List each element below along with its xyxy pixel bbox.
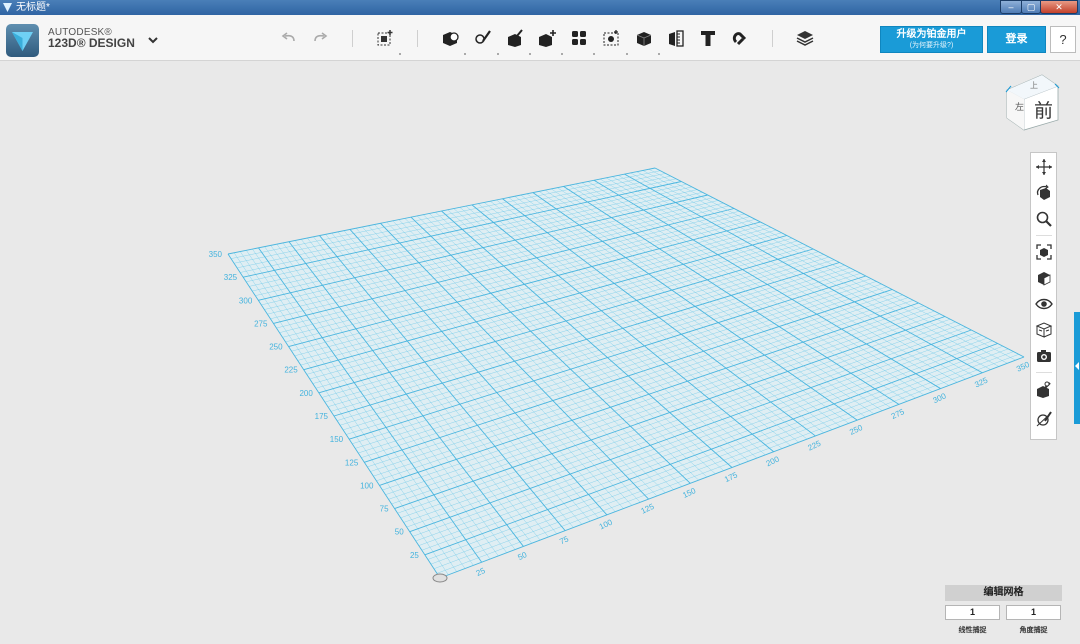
grid-plane[interactable]: 2550751001251501752002252502753003253502… xyxy=(0,62,1080,644)
submenu-indicator xyxy=(593,53,595,55)
grid-axis-label: 250 xyxy=(269,343,283,352)
grid-axis-label: 25 xyxy=(410,551,419,560)
grid-axis-label: 275 xyxy=(890,407,906,421)
orbit-icon[interactable] xyxy=(1035,184,1053,202)
grid-axis-label: 150 xyxy=(330,435,344,444)
login-button[interactable]: 登录 xyxy=(987,26,1046,53)
submenu-indicator xyxy=(561,53,563,55)
upgrade-button[interactable]: 升级为铂金用户 (为何要升级?) xyxy=(880,26,983,53)
edit-grid-panel: 编辑网格 1 1 线性捕捉 角度捕捉 xyxy=(945,585,1062,641)
grid-axis-label: 250 xyxy=(848,423,864,437)
measure-icon[interactable] xyxy=(666,28,686,48)
materials-outline-icon[interactable] xyxy=(1035,321,1053,339)
primitives-icon[interactable] xyxy=(440,28,460,48)
grid-axis-label: 300 xyxy=(239,296,253,305)
grid-axis-label: 350 xyxy=(209,250,223,259)
snap-grid-icon[interactable] xyxy=(1035,381,1053,399)
upgrade-label: 升级为铂金用户 xyxy=(896,29,967,40)
toolbar-divider xyxy=(352,30,353,47)
3d-viewport[interactable]: 25 50 75 100 125 150 175 200 225 250 275 300 325 350 2… xyxy=(0,62,1080,644)
close-button[interactable]: ✕ xyxy=(1040,0,1078,14)
brand-name: AUTODESK® 123D® DESIGN xyxy=(48,27,135,49)
submenu-indicator xyxy=(626,53,628,55)
linear-snap-input[interactable]: 1 xyxy=(945,605,1000,620)
grid-axis-label: 275 xyxy=(254,319,268,328)
submenu-indicator xyxy=(497,53,499,55)
construct-icon[interactable] xyxy=(505,28,525,48)
toolbar-divider xyxy=(772,30,773,47)
grid-axis-label: 300 xyxy=(932,391,948,405)
grid-axis-label: 125 xyxy=(640,502,656,516)
undo-icon[interactable] xyxy=(279,28,299,48)
chevron-left-icon[interactable] xyxy=(1075,362,1079,370)
view-cube[interactable]: 上 左 前 xyxy=(1004,72,1060,132)
submenu-indicator xyxy=(529,53,531,55)
minimize-button[interactable]: – xyxy=(1000,0,1022,14)
app-icon xyxy=(3,3,12,12)
brand-line2: 123D® DESIGN xyxy=(48,36,135,50)
viewcube-front-label[interactable]: 前 xyxy=(1034,96,1053,123)
grid-axis-label: 175 xyxy=(315,412,329,421)
upgrade-sub-label: (为何要升级?) xyxy=(909,42,954,49)
grid-axis-label: 225 xyxy=(284,366,298,375)
pattern-icon[interactable] xyxy=(569,28,589,48)
fit-icon[interactable] xyxy=(1035,243,1053,261)
grid-axis-label: 50 xyxy=(395,528,404,537)
edit-grid-button[interactable]: 编辑网格 xyxy=(945,585,1062,601)
text-icon[interactable] xyxy=(698,28,718,48)
angle-snap-label: 角度捕捉 xyxy=(1019,627,1048,634)
viewcube-top-label[interactable]: 上 xyxy=(1030,80,1038,91)
grid-axis-label: 100 xyxy=(360,481,374,490)
grid-axis-label: 75 xyxy=(558,534,570,546)
toolbar-divider xyxy=(417,30,418,47)
grid-axis-label: 200 xyxy=(299,389,313,398)
linear-snap-label: 线性捕捉 xyxy=(958,627,987,634)
material-icon[interactable] xyxy=(795,28,815,48)
submenu-indicator xyxy=(399,53,401,55)
grid-axis-label: 25 xyxy=(475,566,487,578)
grid-axis-label: 75 xyxy=(380,505,389,514)
hide-sketch-icon[interactable] xyxy=(1035,410,1053,428)
modify-icon[interactable] xyxy=(537,28,557,48)
navigation-bar xyxy=(1030,152,1057,440)
views-icon[interactable] xyxy=(1035,269,1053,287)
grid-axis-label: 325 xyxy=(224,273,238,282)
angle-snap-input[interactable]: 1 xyxy=(1006,605,1061,620)
grid-axis-label: 50 xyxy=(516,550,528,562)
grid-axis-label: 200 xyxy=(765,454,781,468)
grid-axis-label: 350 xyxy=(1015,360,1031,374)
window-titlebar: 无标题* – ▢ ✕ xyxy=(0,0,1080,15)
origin-marker xyxy=(432,573,448,583)
window-title: 无标题* xyxy=(16,2,50,13)
submenu-indicator xyxy=(658,53,660,55)
help-button[interactable]: ? xyxy=(1050,26,1076,53)
nav-divider xyxy=(1036,235,1052,236)
screenshot-icon[interactable] xyxy=(1035,347,1053,365)
viewcube-left-label[interactable]: 左 xyxy=(1015,100,1024,113)
maximize-button[interactable]: ▢ xyxy=(1021,0,1041,14)
pan-icon[interactable] xyxy=(1035,158,1053,176)
grid-axis-label: 325 xyxy=(973,375,989,389)
grid-axis-label: 225 xyxy=(806,439,822,453)
redo-icon[interactable] xyxy=(310,28,330,48)
grid-axis-label: 100 xyxy=(598,517,614,531)
combine-icon[interactable] xyxy=(634,28,654,48)
sketch-icon[interactable] xyxy=(473,28,493,48)
grid-axis-label: 150 xyxy=(681,486,697,500)
nav-divider xyxy=(1036,372,1052,373)
grid-axis-label: 175 xyxy=(723,470,739,484)
zoom-icon[interactable] xyxy=(1035,210,1053,228)
snap-icon[interactable] xyxy=(730,28,750,48)
visibility-icon[interactable] xyxy=(1035,295,1053,313)
app-logo[interactable] xyxy=(6,24,39,57)
transform-icon[interactable] xyxy=(375,28,395,48)
chevron-down-icon[interactable] xyxy=(146,34,160,46)
group-icon[interactable] xyxy=(601,28,621,48)
submenu-indicator xyxy=(464,53,466,55)
grid-axis-label: 125 xyxy=(345,458,359,467)
